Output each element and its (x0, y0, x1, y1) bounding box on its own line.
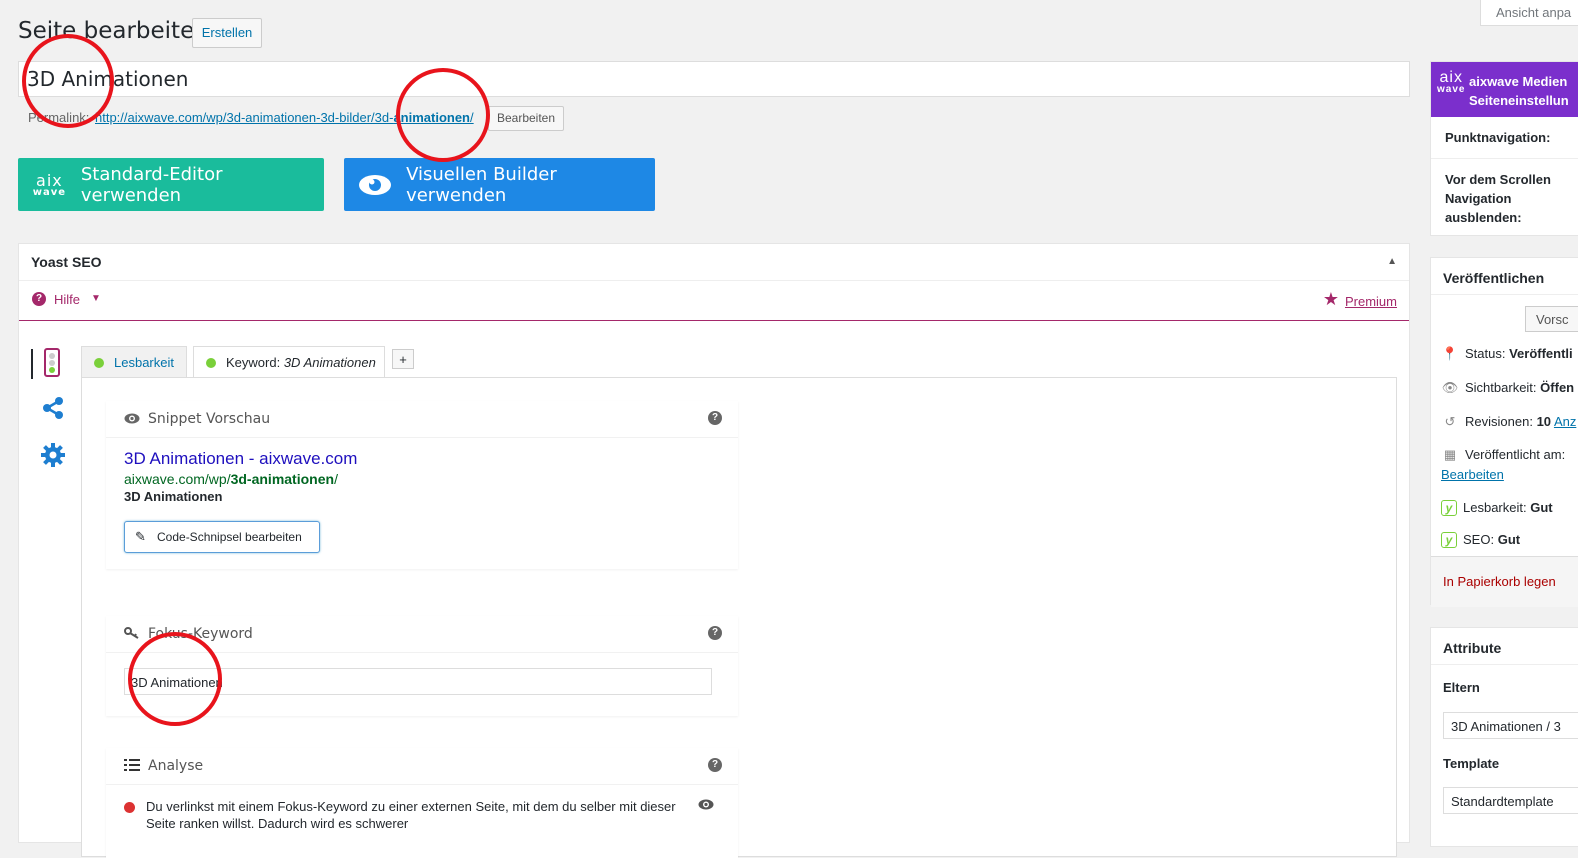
annotation-circle-title (22, 34, 114, 128)
snippet-url: aixwave.com/wp/3d-animationen/ (124, 471, 338, 487)
help-icon[interactable]: ? (32, 292, 46, 306)
parent-select[interactable]: 3D Animationen / 3 (1443, 712, 1578, 739)
collapse-toggle-icon[interactable]: ▲ (1387, 256, 1397, 267)
snippet-title[interactable]: 3D Animationen - aixwave.com (124, 449, 357, 469)
yoast-header[interactable]: Yoast SEO ▲ (19, 244, 1409, 281)
edit-snippet-button[interactable]: ✎ Code-Schnipsel bearbeiten (124, 521, 320, 553)
tab-keyword[interactable]: Keyword: 3D Animationen (193, 346, 385, 378)
new-page-button[interactable]: Erstellen (192, 18, 262, 48)
help-icon[interactable]: ? (708, 626, 722, 640)
permalink-edit-button[interactable]: Bearbeiten (488, 106, 564, 131)
help-icon[interactable]: ? (708, 758, 722, 772)
aixwave-logo-icon: aix wave (1437, 69, 1466, 95)
visual-builder-button[interactable]: Visuellen Builder verwenden (344, 158, 655, 211)
parent-label: Eltern (1443, 680, 1480, 695)
revisions-row: ↺ Revisionen: 10 Anz (1441, 414, 1577, 430)
help-icon[interactable]: ? (708, 411, 722, 425)
key-icon (124, 627, 140, 642)
tab-panel: Snippet Vorschau ? 3D Animationen - aixw… (81, 377, 1397, 858)
aixwave-settings-header[interactable]: aix wave aixwave Medien Seiteneinstellun (1431, 62, 1578, 117)
annotation-circle-permalink (396, 68, 490, 162)
pencil-icon: ✎ (135, 529, 146, 544)
template-label: Template (1443, 756, 1500, 771)
eye-icon: 👁 (1441, 380, 1459, 395)
add-keyword-button[interactable]: + (392, 349, 414, 369)
star-icon: ★ (1322, 289, 1339, 309)
aixwave-settings-box: aix wave aixwave Medien Seiteneinstellun P… (1430, 61, 1578, 236)
pin-icon: 📍 (1441, 346, 1459, 361)
hide-navigation-label: Vor dem Scrollen Navigation ausblenden: (1445, 172, 1551, 225)
dot-navigation-label: Punktnavigation: (1445, 130, 1551, 145)
standard-editor-button[interactable]: aix wave Standard-Editor verwenden (18, 158, 324, 211)
template-select[interactable]: Standardtemplate (1443, 787, 1578, 814)
standard-editor-label: Standard-Editor verwenden (80, 163, 223, 206)
preview-button[interactable]: Vorsc (1525, 306, 1578, 332)
trash-link[interactable]: In Papierkorb legen (1443, 574, 1556, 589)
status-dot-icon (94, 358, 104, 368)
calendar-icon: ▦ (1443, 447, 1457, 462)
edit-snippet-label: Code-Schnipsel bearbeiten (157, 530, 302, 544)
status-row: 📍 Status: Veröffentli (1441, 346, 1573, 361)
screen-options-tab[interactable]: Ansicht anpa (1480, 0, 1578, 26)
attributes-title: Attribute (1443, 640, 1502, 656)
tab-readability[interactable]: Lesbarkeit (81, 346, 187, 377)
snippet-heading: Snippet Vorschau (148, 411, 271, 427)
status-dot-icon (206, 358, 216, 368)
list-icon (124, 759, 140, 774)
bullet-red-icon (124, 802, 135, 813)
visibility-row: 👁 Sichtbarkeit: Öffen (1441, 380, 1575, 395)
yoast-icon: y (1441, 500, 1457, 516)
traffic-light-icon[interactable] (44, 348, 60, 377)
analysis-heading: Analyse (148, 758, 204, 774)
published-edit-row: Bearbeiten (1441, 467, 1504, 482)
yoast-icon: y (1441, 532, 1457, 548)
post-title-input[interactable]: 3D Animationen (18, 61, 1410, 97)
publish-title: Veröffentlichen (1443, 270, 1545, 286)
attributes-box: Attribute Eltern 3D Animationen / 3 Temp… (1430, 627, 1578, 847)
snippet-description: 3D Animationen (124, 489, 223, 504)
premium-link[interactable]: Premium (1345, 294, 1397, 309)
permalink-base: http://aixwave.com/wp/3d-animationen-3d-… (95, 110, 394, 125)
visual-builder-label: Visuellen Builder verwenden (406, 163, 557, 206)
publish-box: Veröffentlichen Vorsc 📍 Status: Veröffent… (1430, 257, 1578, 607)
gear-icon[interactable] (40, 442, 66, 473)
revisions-link[interactable]: Anz (1554, 414, 1576, 429)
published-edit-link[interactable]: Bearbeiten (1441, 467, 1504, 482)
yoast-title: Yoast SEO (31, 254, 102, 270)
eye-icon (124, 412, 140, 427)
analysis-item: Du verlinkst mit einem Fokus-Keyword zu … (146, 799, 676, 831)
seo-row: y SEO: Gut (1441, 532, 1520, 548)
aixwave-logo-icon: aix wave (32, 170, 67, 198)
annotation-circle-keyword (128, 632, 222, 726)
help-button[interactable]: Hilfe (54, 292, 80, 307)
help-row: ? Hilfe ▼ ★ Premium (19, 280, 1409, 321)
history-icon: ↺ (1444, 414, 1456, 429)
eye-icon[interactable] (698, 798, 714, 813)
tab-keyword-label: Keyword: (226, 355, 281, 370)
snippet-preview-card: Snippet Vorschau ? 3D Animationen - aixw… (106, 401, 738, 569)
tab-readability-label: Lesbarkeit (114, 355, 174, 370)
aixwave-settings-title: aixwave Medien Seiteneinstellun (1469, 74, 1569, 108)
help-caret-icon[interactable]: ▼ (91, 293, 101, 304)
eye-icon (344, 174, 406, 196)
tab-keyword-value: 3D Animationen (283, 355, 376, 370)
published-row: ▦ Veröffentlicht am: (1441, 447, 1565, 463)
yoast-seo-box: Yoast SEO ▲ ? Hilfe ▼ ★ Premium Lesbarke… (18, 243, 1410, 858)
active-section-marker (31, 349, 33, 379)
readability-row: y Lesbarkeit: Gut (1441, 500, 1553, 516)
analysis-card: Analyse ? Du verlinkst mit einem Fokus-K… (106, 748, 738, 858)
share-icon[interactable] (41, 396, 65, 425)
